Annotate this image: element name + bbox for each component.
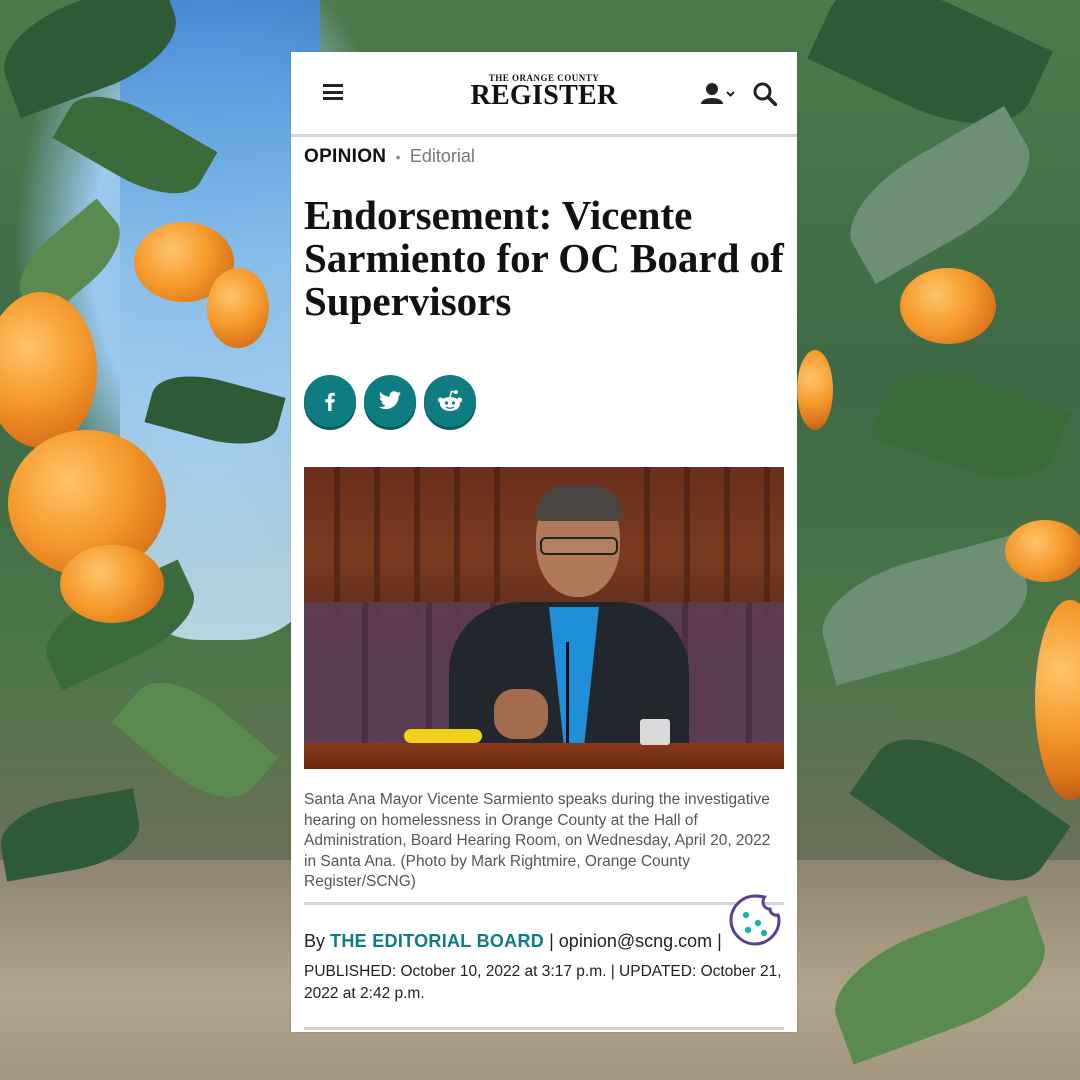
orange-fruit [0,292,97,448]
search-icon[interactable] [753,82,778,107]
search-button[interactable] [753,82,778,107]
leaf [111,661,279,819]
leaf [830,106,1050,284]
author-email-link[interactable]: opinion@scng.com [559,931,712,951]
account-menu[interactable] [701,82,735,106]
leaf [870,351,1070,499]
section-kicker: OPINION • Editorial [304,146,475,168]
divider [304,902,784,905]
section-link[interactable]: OPINION [304,146,386,167]
chevron-down-icon [726,91,735,97]
cookie-preferences-button[interactable] [728,893,782,947]
kicker-separator: • [395,149,401,165]
orange-fruit [797,350,833,430]
publish-dates: PUBLISHED: October 10, 2022 at 3:17 p.m.… [304,963,782,1002]
author-link[interactable]: THE EDITORIAL BOARD [330,931,544,951]
byline-separator: | [717,931,722,951]
share-reddit-button[interactable] [424,375,476,427]
reddit-icon [437,390,463,411]
article-photo[interactable] [304,467,784,769]
account-icon[interactable] [701,82,735,106]
subsection-link[interactable]: Editorial [410,146,475,166]
article-headline: Endorsement: Vicente Sarmiento for OC Bo… [304,192,784,324]
share-facebook-button[interactable] [304,375,356,427]
byline-separator: | [549,931,554,951]
orange-fruit [207,268,269,348]
byline-by: By [304,931,326,951]
orange-fruit [900,268,996,344]
site-header: THE ORANGE COUNTY REGISTER [291,52,797,137]
twitter-icon [379,391,401,410]
byline: By THE EDITORIAL BOARD | opinion@scng.co… [304,931,784,952]
cookie-icon[interactable] [728,893,782,947]
orange-fruit [1005,520,1080,582]
orange-fruit [60,545,164,623]
share-twitter-button[interactable] [364,375,416,427]
orange-fruit [1035,600,1080,800]
photo-caption: Santa Ana Mayor Vicente Sarmiento speaks… [304,791,771,890]
article-card: THE ORANGE COUNTY REGISTER OPINION • Edi… [291,52,797,1032]
facebook-icon [325,392,335,411]
divider [304,1027,784,1030]
